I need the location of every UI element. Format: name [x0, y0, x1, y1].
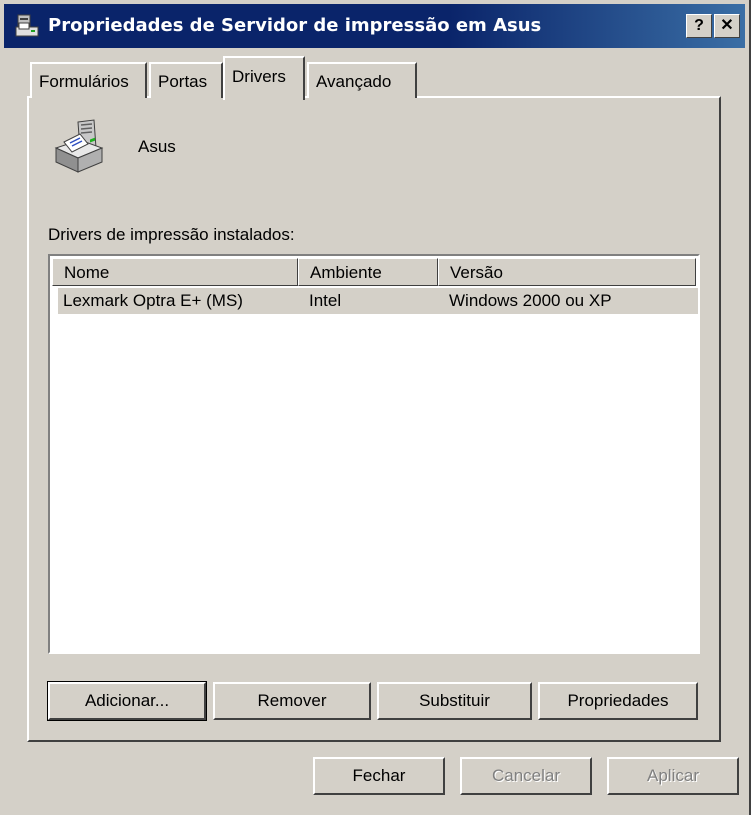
apply-button[interactable]: Aplicar [607, 757, 739, 795]
help-button[interactable]: ? [686, 14, 712, 38]
driver-environment-cell: Intel [309, 291, 342, 310]
add-driver-button[interactable]: Adicionar... [47, 681, 207, 721]
column-header-versao[interactable]: Versão [438, 258, 696, 286]
column-header-ambiente[interactable]: Ambiente [298, 258, 438, 286]
print-server-icon [15, 14, 39, 37]
cancel-button[interactable]: Cancelar [460, 757, 592, 795]
remove-driver-button[interactable]: Remover [213, 682, 371, 720]
tab-drivers[interactable]: Drivers [223, 56, 305, 100]
driver-properties-button[interactable]: Propriedades [538, 682, 698, 720]
tab-portas[interactable]: Portas [149, 62, 223, 98]
title-bar[interactable]: Propriedades de Servidor de impressão em… [4, 4, 745, 48]
printer-name: Asus [138, 137, 176, 156]
window-title: Propriedades de Servidor de impressão em… [48, 15, 542, 36]
close-window-button[interactable]: ✕ [714, 14, 740, 38]
tab-formularios[interactable]: Formulários [30, 62, 147, 98]
close-button[interactable]: Fechar [313, 757, 445, 795]
tab-avancado[interactable]: Avançado [307, 62, 417, 98]
column-header-nome[interactable]: Nome [52, 258, 298, 286]
dialog-window: Propriedades de Servidor de impressão em… [0, 0, 751, 815]
table-row[interactable]: Lexmark Optra E+ (MS) Intel Windows 2000… [58, 288, 698, 314]
driver-name-cell: Lexmark Optra E+ (MS) [63, 291, 243, 310]
replace-driver-button[interactable]: Substituir [377, 682, 532, 720]
printer-icon [54, 119, 104, 173]
installed-drivers-label: Drivers de impressão instalados: [48, 225, 295, 244]
driver-version-cell: Windows 2000 ou XP [449, 291, 612, 310]
drivers-list[interactable]: Nome Ambiente Versão Lexmark Optra E+ (M… [48, 254, 700, 654]
